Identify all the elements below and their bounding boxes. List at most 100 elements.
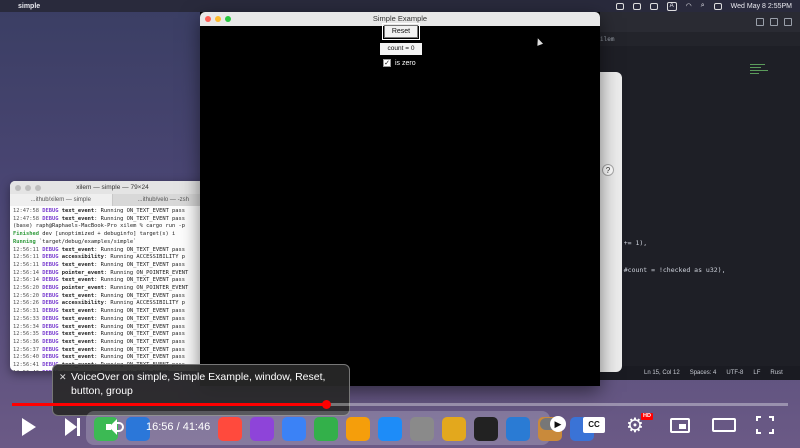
- minimize-window-icon[interactable]: [25, 185, 31, 191]
- line-ending[interactable]: LF: [753, 370, 760, 376]
- zoom-window-icon[interactable]: [225, 16, 231, 22]
- log-event: pointer_event: [61, 269, 104, 276]
- is-zero-label: is zero: [395, 59, 416, 67]
- terminal-titlebar[interactable]: xilem — simple — 79×24: [10, 181, 215, 194]
- code-area[interactable]: { nt += 1), d) #count = !checked as u32)…: [612, 140, 726, 293]
- terminal-line: 12:56:34 DEBUG text_event: Running ON_TE…: [13, 324, 212, 332]
- log-event: pointer_event: [61, 285, 104, 292]
- log-level: DEBUG: [42, 246, 59, 253]
- window-controls: [205, 16, 231, 22]
- record-icon[interactable]: [649, 2, 658, 10]
- toggle-icon[interactable]: [632, 2, 641, 10]
- search-icon[interactable]: ⌕: [701, 2, 705, 10]
- control-center-icon[interactable]: [713, 2, 722, 10]
- log-message: `target/debug/examples/simple`: [35, 238, 137, 245]
- split-editor-icon[interactable]: [756, 18, 764, 26]
- minimap[interactable]: [750, 62, 772, 92]
- log-level: DEBUG: [42, 269, 59, 276]
- hd-badge: HD: [641, 413, 653, 420]
- log-level: DEBUG: [42, 315, 59, 322]
- simple-titlebar[interactable]: Simple Example: [200, 12, 600, 26]
- panel-icon[interactable]: [784, 18, 792, 26]
- log-message: : Running ON_TEXT_EVENT pass: [94, 354, 186, 361]
- log-timestamp: 12:56:33: [13, 315, 39, 322]
- log-message: : Running ON_TEXT_EVENT pass: [94, 246, 186, 253]
- miniplayer-icon[interactable]: [670, 418, 690, 433]
- log-level: DEBUG: [42, 208, 59, 214]
- log-message: : Running ON_TEXT_EVENT pass: [94, 338, 186, 345]
- log-event: text_event: [61, 215, 95, 222]
- theater-mode-icon[interactable]: [712, 418, 736, 432]
- layout-icon[interactable]: [770, 18, 778, 26]
- log-timestamp: 12:56:26: [13, 300, 39, 307]
- log-message: : Running ON_TEXT_EVENT pass: [94, 331, 186, 338]
- menubar-clock[interactable]: Wed May 8 2:55PM: [731, 3, 792, 10]
- app-menu[interactable]: simple: [18, 3, 40, 10]
- log-message: : Running ON_POINTER_EVENT: [103, 285, 189, 292]
- terminal-line: 12:56:11 DEBUG text_event: Running ON_TE…: [13, 247, 212, 255]
- log-message: : Running ON_TEXT_EVENT pass: [94, 323, 186, 330]
- play-icon[interactable]: [22, 418, 36, 436]
- log-event: text_event: [61, 277, 95, 284]
- language-mode[interactable]: Rust: [770, 370, 782, 376]
- volume-icon[interactable]: [106, 418, 124, 436]
- log-message: (base) raph@Raphaels-MacBook-Pro xilem %…: [13, 223, 186, 230]
- close-window-icon[interactable]: [205, 16, 211, 22]
- editor-breadcrumb[interactable]: ilem: [590, 32, 800, 46]
- log-timestamp: 12:56:14: [13, 277, 39, 284]
- log-message: : Running ACCESSIBILITY p: [103, 254, 186, 261]
- log-message: : Running ON_TEXT_EVENT pass: [94, 277, 186, 284]
- log-message: : Running ON_TEXT_EVENT pass: [94, 215, 186, 222]
- log-timestamp: 12:56:36: [13, 338, 39, 345]
- log-timestamp: 12:56:35: [13, 331, 39, 338]
- progress-played[interactable]: [12, 403, 327, 406]
- terminal-line: 12:56:26 DEBUG accessibility: Running AC…: [13, 300, 212, 308]
- simple-example-window: Simple Example Reset count = 0 ✓ is zero: [200, 12, 600, 386]
- log-event: text_event: [61, 323, 95, 330]
- close-icon[interactable]: ✕: [59, 370, 67, 384]
- zoom-window-icon[interactable]: [35, 185, 41, 191]
- terminal-line: 12:56:36 DEBUG text_event: Running ON_TE…: [13, 339, 212, 347]
- log-message: : Running ON_TEXT_EVENT pass: [94, 346, 186, 353]
- is-zero-checkbox[interactable]: ✓: [383, 59, 391, 67]
- input-source-indicator[interactable]: A: [666, 1, 677, 11]
- terminal-line: 12:47:58 DEBUG text_event: Running ON_TE…: [13, 216, 212, 224]
- minimize-window-icon[interactable]: [215, 16, 221, 22]
- wifi-icon[interactable]: ◠: [686, 2, 692, 10]
- media-icon[interactable]: [615, 2, 624, 10]
- log-level: DEBUG: [42, 292, 59, 299]
- terminal-line: 12:56:31 DEBUG text_event: Running ON_TE…: [13, 308, 212, 316]
- cursor-position[interactable]: Ln 15, Col 12: [644, 370, 680, 376]
- terminal-line: 12:47:58 DEBUG text_event: Running ON_TE…: [13, 208, 212, 216]
- close-window-icon[interactable]: [15, 185, 21, 191]
- terminal-line: 12:56:11 DEBUG text_event: Running ON_TE…: [13, 262, 212, 270]
- log-event: text_event: [61, 208, 95, 214]
- menu-bar: simple A ◠ ⌕ Wed May 8 2:55PM: [0, 0, 800, 12]
- tab-xilem[interactable]: ...ithub/xilem — simple: [10, 194, 113, 206]
- log-message: : Running ON_TEXT_EVENT pass: [94, 308, 186, 315]
- terminal-output[interactable]: 12:47:58 DEBUG text_event: Running ON_TE…: [10, 206, 215, 371]
- captions-button[interactable]: CC: [583, 417, 605, 433]
- terminal-line: 12:56:33 DEBUG text_event: Running ON_TE…: [13, 316, 212, 324]
- reset-button[interactable]: Reset: [382, 23, 420, 40]
- log-message: : Running ACCESSIBILITY p: [103, 300, 186, 307]
- log-timestamp: 12:56:11: [13, 254, 39, 261]
- menu-extras: A ◠ ⌕ Wed May 8 2:55PM: [615, 1, 792, 11]
- encoding[interactable]: UTF-8: [726, 370, 743, 376]
- window-controls: [15, 185, 41, 191]
- log-event: text_event: [61, 315, 95, 322]
- log-event: text_event: [61, 246, 95, 253]
- fullscreen-icon[interactable]: [756, 416, 774, 434]
- terminal-line: 12:56:40 DEBUG text_event: Running ON_TE…: [13, 354, 212, 362]
- next-icon[interactable]: [65, 418, 83, 436]
- indentation[interactable]: Spaces: 4: [690, 370, 717, 376]
- help-button[interactable]: ?: [602, 164, 614, 176]
- editor-toolbar: [590, 12, 800, 32]
- terminal-line: 12:56:20 DEBUG text_event: Running ON_TE…: [13, 293, 212, 301]
- terminal-line: (base) raph@Raphaels-MacBook-Pro xilem %…: [13, 223, 212, 231]
- voiceover-text: VoiceOver on simple, Simple Example, win…: [71, 371, 326, 397]
- terminal-line: 12:56:14 DEBUG text_event: Running ON_TE…: [13, 277, 212, 285]
- terminal-window: xilem — simple — 79×24 ...ithub/xilem — …: [10, 181, 215, 371]
- log-timestamp: 12:56:40: [13, 354, 39, 361]
- autoplay-toggle[interactable]: ▶: [540, 416, 566, 432]
